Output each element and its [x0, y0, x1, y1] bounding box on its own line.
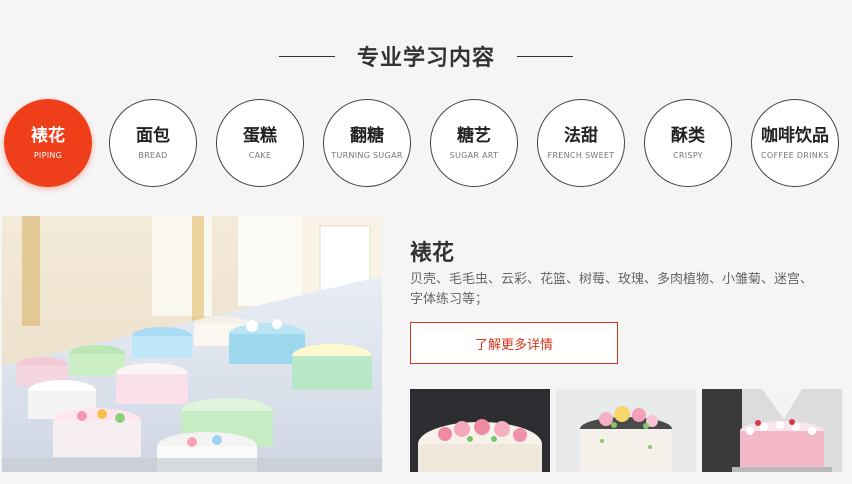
- tab-cake[interactable]: 蛋糕 CAKE: [216, 99, 304, 187]
- tab-sublabel: BREAD: [138, 151, 168, 160]
- tab-sublabel: SUGAR ART: [449, 151, 499, 160]
- tab-label: 咖啡饮品: [761, 126, 829, 146]
- detail-title: 裱花: [410, 241, 455, 266]
- tab-sublabel: FRENCH SWEET: [547, 151, 615, 160]
- title-right-line: [517, 55, 573, 57]
- tab-label: 裱花: [31, 126, 65, 146]
- thumbnail-flower-crown-cake[interactable]: [556, 389, 696, 472]
- tab-turning-sugar[interactable]: 翻糖 TURNING SUGAR: [323, 99, 411, 187]
- tab-sublabel: TURNING SUGAR: [331, 151, 403, 160]
- course-tabs: 裱花 PIPING 面包 BREAD 蛋糕 CAKE 翻糖 TURNING SU…: [0, 99, 852, 191]
- tab-piping[interactable]: 裱花 PIPING: [4, 99, 92, 187]
- thumbnail-pink-cake[interactable]: [702, 389, 842, 472]
- tab-sublabel: CRISPY: [673, 151, 703, 160]
- tab-label: 面包: [136, 126, 170, 146]
- detail-description: 贝壳、毛毛虫、云彩、花篮、树莓、玫瑰、多肉植物、小雏菊、迷宫、字体练习等；: [410, 272, 814, 307]
- tab-label: 糖艺: [457, 126, 491, 146]
- tab-sublabel: CAKE: [248, 151, 272, 160]
- learn-more-button[interactable]: 了解更多详情: [410, 322, 618, 364]
- tab-bread[interactable]: 面包 BREAD: [109, 99, 197, 187]
- title-left-line: [278, 55, 335, 57]
- tab-sugar-art[interactable]: 糖艺 SUGAR ART: [430, 99, 518, 187]
- tab-label: 法甜: [564, 126, 598, 146]
- tab-crispy[interactable]: 酥类 CRISPY: [644, 99, 732, 187]
- section-title: 专业学习内容: [356, 46, 495, 71]
- tab-french-sweet[interactable]: 法甜 FRENCH SWEET: [537, 99, 625, 187]
- tab-sublabel: PIPING: [33, 151, 63, 160]
- tab-label: 蛋糕: [243, 126, 277, 146]
- tab-label: 酥类: [671, 126, 705, 146]
- piping-cakes-photo: [2, 216, 382, 472]
- tab-sublabel: COFFEE DRINKS: [760, 151, 830, 160]
- section-header: 专业学习内容: [0, 36, 852, 76]
- tab-label: 翻糖: [350, 126, 384, 146]
- thumbnail-rose-cake[interactable]: [410, 389, 550, 472]
- tab-coffee-drinks[interactable]: 咖啡饮品 COFFEE DRINKS: [751, 99, 839, 187]
